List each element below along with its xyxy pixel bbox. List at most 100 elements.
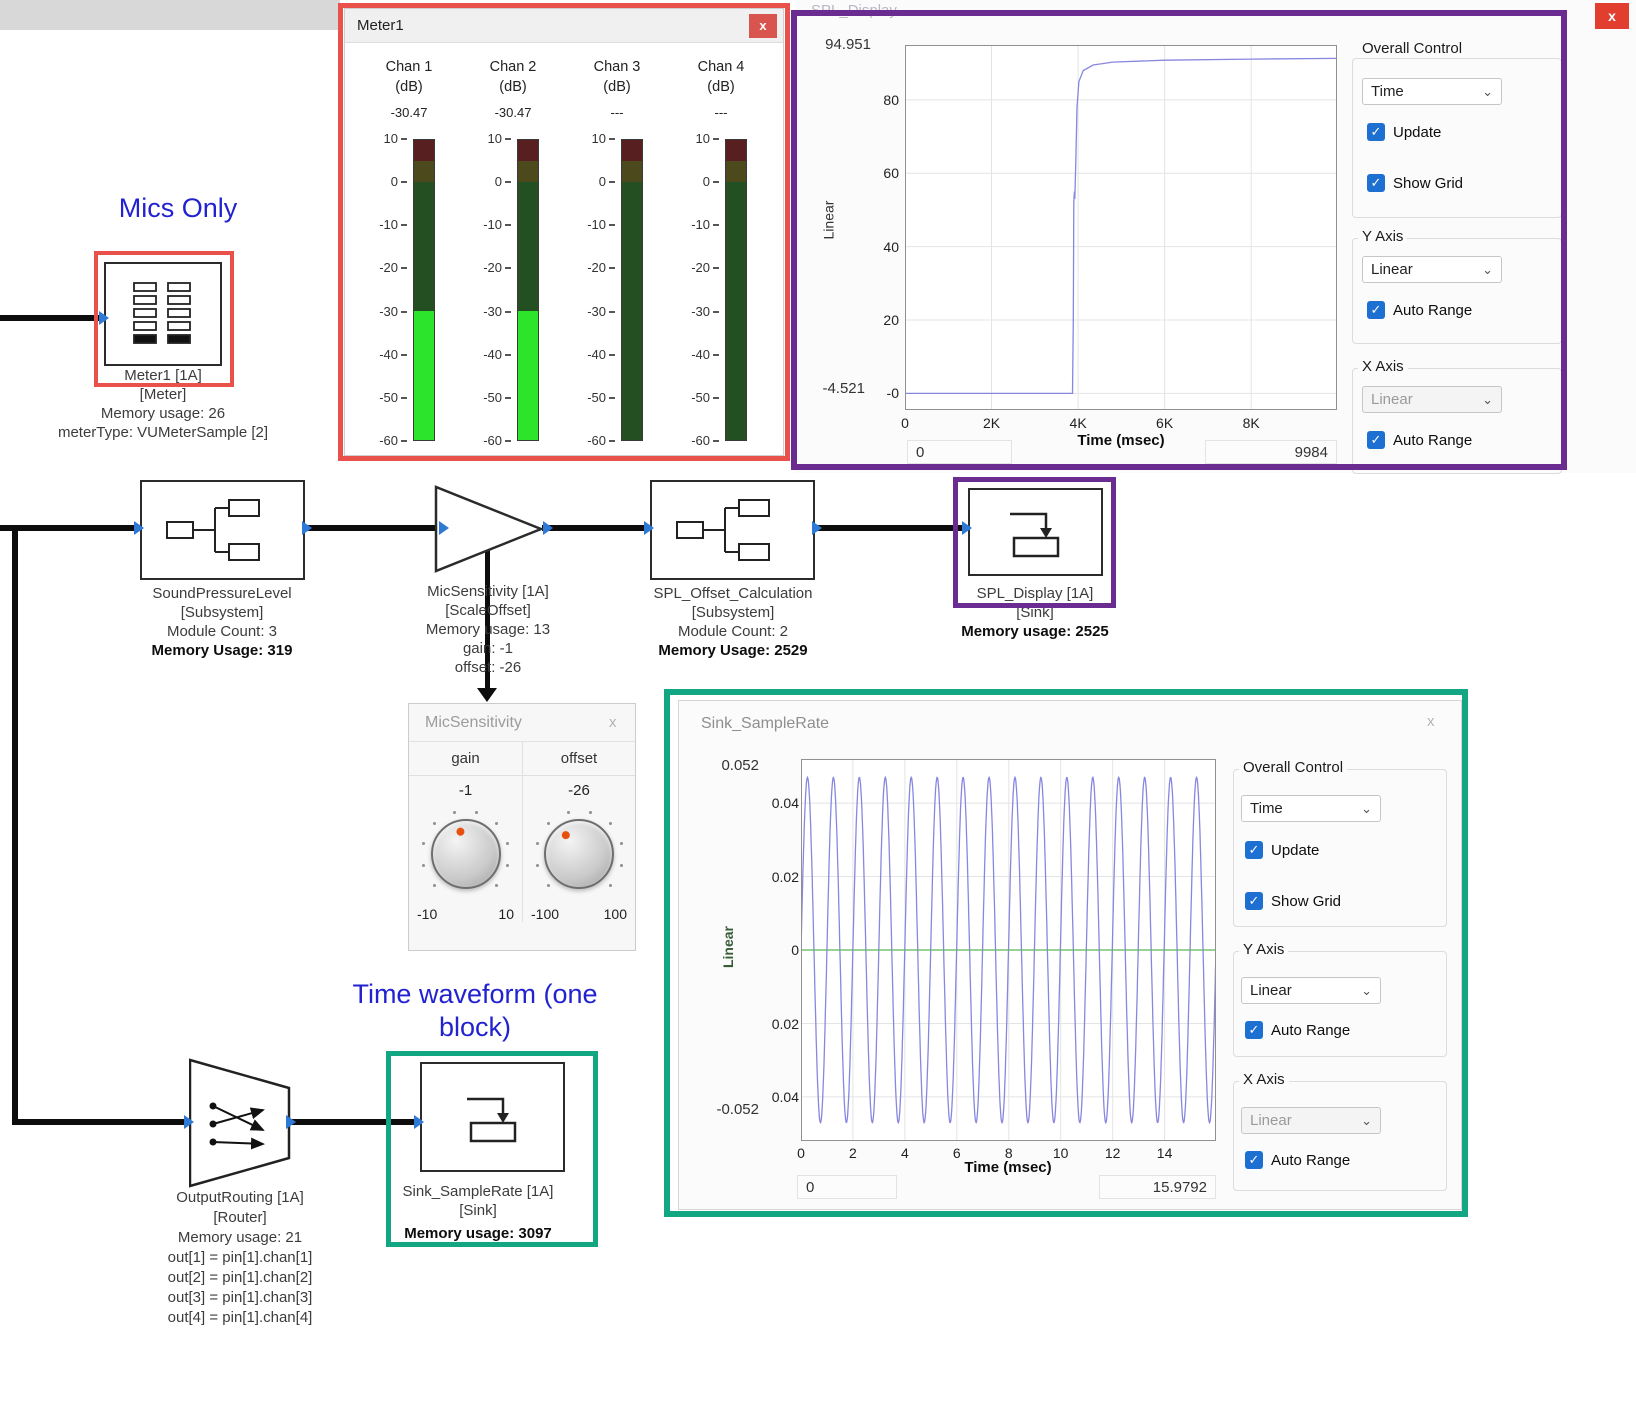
spl-x-auto-range-label: Auto Range	[1393, 432, 1472, 449]
sink-show-grid-label: Show Grid	[1271, 893, 1341, 910]
spl-window-close-button[interactable]: x	[1595, 3, 1629, 29]
spl-y-mode-dropdown[interactable]: Linear ⌄	[1362, 256, 1502, 283]
sink-icon	[998, 502, 1074, 562]
meter1-close-button[interactable]: x	[749, 14, 777, 38]
y-tick-label: 0.04	[772, 1089, 799, 1105]
spl-x-mode-dropdown[interactable]: Linear ⌄	[1362, 386, 1502, 413]
sink-window-close-button[interactable]: x	[1427, 713, 1435, 730]
spl-y-axis-label: Linear	[820, 201, 836, 240]
spl-y-auto-range-checkbox[interactable]: ✓ Auto Range	[1367, 301, 1472, 319]
sink-samplerate-block[interactable]	[420, 1062, 565, 1172]
chevron-down-icon: ⌄	[1482, 392, 1493, 408]
spl-display-window: SPL_Display x 94.951 -4.521 Linear 80604…	[795, 0, 1636, 473]
spl-y-axis-group	[1352, 238, 1562, 344]
meter-scale-tick: -20	[379, 260, 407, 276]
spl-show-grid-checkbox[interactable]: ✓ Show Grid	[1367, 174, 1463, 192]
chevron-down-icon: ⌄	[1361, 801, 1372, 817]
sink-y-mode-dropdown[interactable]: Linear ⌄	[1241, 977, 1381, 1004]
router-output-pin	[286, 1115, 296, 1129]
meter-scale-tick: 0	[703, 174, 719, 190]
block-name: MicSensitivity [1A]	[388, 582, 588, 601]
micsensitivity-panel-titlebar[interactable]: MicSensitivity x	[409, 704, 635, 742]
offset-knob[interactable]	[544, 819, 614, 889]
subsystem-icon	[163, 495, 283, 565]
spl-x-auto-range-checkbox[interactable]: ✓ Auto Range	[1367, 431, 1472, 449]
gain-knob[interactable]	[431, 819, 501, 889]
spl-update-checkbox[interactable]: ✓ Update	[1367, 123, 1441, 141]
wire-spl-to-micsens	[305, 525, 441, 531]
meter-scale-tick: 10	[592, 131, 615, 147]
x-tick-label: 4K	[1070, 415, 1087, 431]
block-info: out[1] = pin[1].chan[1]	[125, 1248, 355, 1268]
block-name: SPL_Offset_Calculation	[628, 584, 838, 603]
meter-scale-tick: 0	[391, 174, 407, 190]
spl-offset-label: SPL_Offset_Calculation [Subsystem] Modul…	[628, 584, 838, 660]
knob-min-label: -100	[531, 906, 559, 922]
meter-scale-tick: -30	[587, 304, 615, 320]
meter1-block[interactable]	[104, 262, 222, 366]
spl-plot-svg	[905, 45, 1337, 410]
block-name: SPL_Display [1A]	[945, 584, 1125, 603]
sink-x-axis-label: Time (msec)	[964, 1159, 1051, 1176]
meter-scale-tick: -50	[691, 390, 719, 406]
x-tick-label: 10	[1053, 1145, 1069, 1161]
spl-offset-input-pin	[644, 521, 654, 535]
meter1-titlebar[interactable]: Meter1 x	[345, 9, 783, 43]
y-tick-label: 0.02	[772, 869, 799, 885]
block-info: Memory usage: 26	[23, 404, 303, 423]
channel-name: Chan 3	[565, 59, 669, 75]
meter-scale-tick: -60	[379, 433, 407, 449]
spl-display-block[interactable]	[968, 488, 1103, 576]
outputrouting-block[interactable]	[189, 1058, 291, 1188]
sink-y-auto-range-checkbox[interactable]: ✓ Auto Range	[1245, 1021, 1350, 1039]
sink-x-auto-range-checkbox[interactable]: ✓ Auto Range	[1245, 1151, 1350, 1169]
block-info: offset: -26	[388, 658, 588, 677]
sink-range-start-field[interactable]: 0	[797, 1175, 897, 1199]
sink-time-mode-value: Time	[1250, 800, 1283, 817]
check-icon: ✓	[1367, 123, 1385, 141]
block-type: [Router]	[125, 1208, 355, 1228]
knob-column-offset: offset-26-100100	[522, 742, 635, 922]
sink-x-mode-dropdown[interactable]: Linear ⌄	[1241, 1107, 1381, 1134]
block-name: SoundPressureLevel	[112, 584, 332, 603]
sink-show-grid-checkbox[interactable]: ✓ Show Grid	[1245, 892, 1341, 910]
block-type: [Subsystem]	[112, 603, 332, 622]
knob-max-label: 100	[604, 906, 627, 922]
sink-ymin-label: -0.052	[691, 1101, 759, 1118]
soundpressurelevel-block[interactable]	[140, 480, 305, 580]
knob-range: -100 100	[523, 906, 635, 922]
chevron-down-icon: ⌄	[1482, 262, 1493, 278]
sink-update-checkbox[interactable]: ✓ Update	[1245, 841, 1319, 859]
meter-scale-tick: 0	[599, 174, 615, 190]
check-icon: ✓	[1367, 431, 1385, 449]
channel-name: Chan 4	[669, 59, 773, 75]
spl-offset-calculation-block[interactable]	[650, 480, 815, 580]
micsensitivity-panel-close-button[interactable]: x	[609, 714, 617, 731]
channel-unit: (dB)	[565, 79, 669, 95]
spl-time-mode-dropdown[interactable]: Time ⌄	[1362, 78, 1502, 105]
sink-time-mode-dropdown[interactable]: Time ⌄	[1241, 795, 1381, 822]
x-tick-label: 4	[901, 1145, 909, 1161]
knob-area	[523, 806, 635, 902]
spl-range-start-field[interactable]: 0	[907, 440, 1012, 464]
meter-channel-1: Chan 1(dB)-30.47100-10-20-30-40-50-60	[357, 43, 461, 451]
block-info: out[3] = pin[1].chan[3]	[125, 1288, 355, 1308]
spl-range-end-field[interactable]: 9984	[1205, 440, 1337, 464]
check-icon: ✓	[1245, 841, 1263, 859]
meter-channel-2: Chan 2(dB)-30.47100-10-20-30-40-50-60	[461, 43, 565, 451]
knob-range: -1010	[409, 906, 522, 922]
sink-plot-area[interactable]	[801, 759, 1216, 1141]
meter1-input-pin	[99, 311, 109, 325]
meter-bar	[517, 139, 539, 441]
micsensitivity-block[interactable]	[433, 483, 545, 575]
spl-y-auto-range-label: Auto Range	[1393, 302, 1472, 319]
meter-scale-tick: 10	[488, 131, 511, 147]
spl-y-mode-value: Linear	[1371, 261, 1413, 278]
mics-only-note: Mics Only	[88, 192, 268, 225]
spl-plot-area[interactable]	[905, 45, 1337, 410]
sink-range-end-field[interactable]: 15.9792	[1099, 1175, 1216, 1199]
knob-label: offset	[523, 742, 635, 776]
block-memory: Memory Usage: 319	[112, 641, 332, 660]
meter-scale-tick: -60	[483, 433, 511, 449]
sink-y-axis-label: Linear	[720, 926, 736, 968]
